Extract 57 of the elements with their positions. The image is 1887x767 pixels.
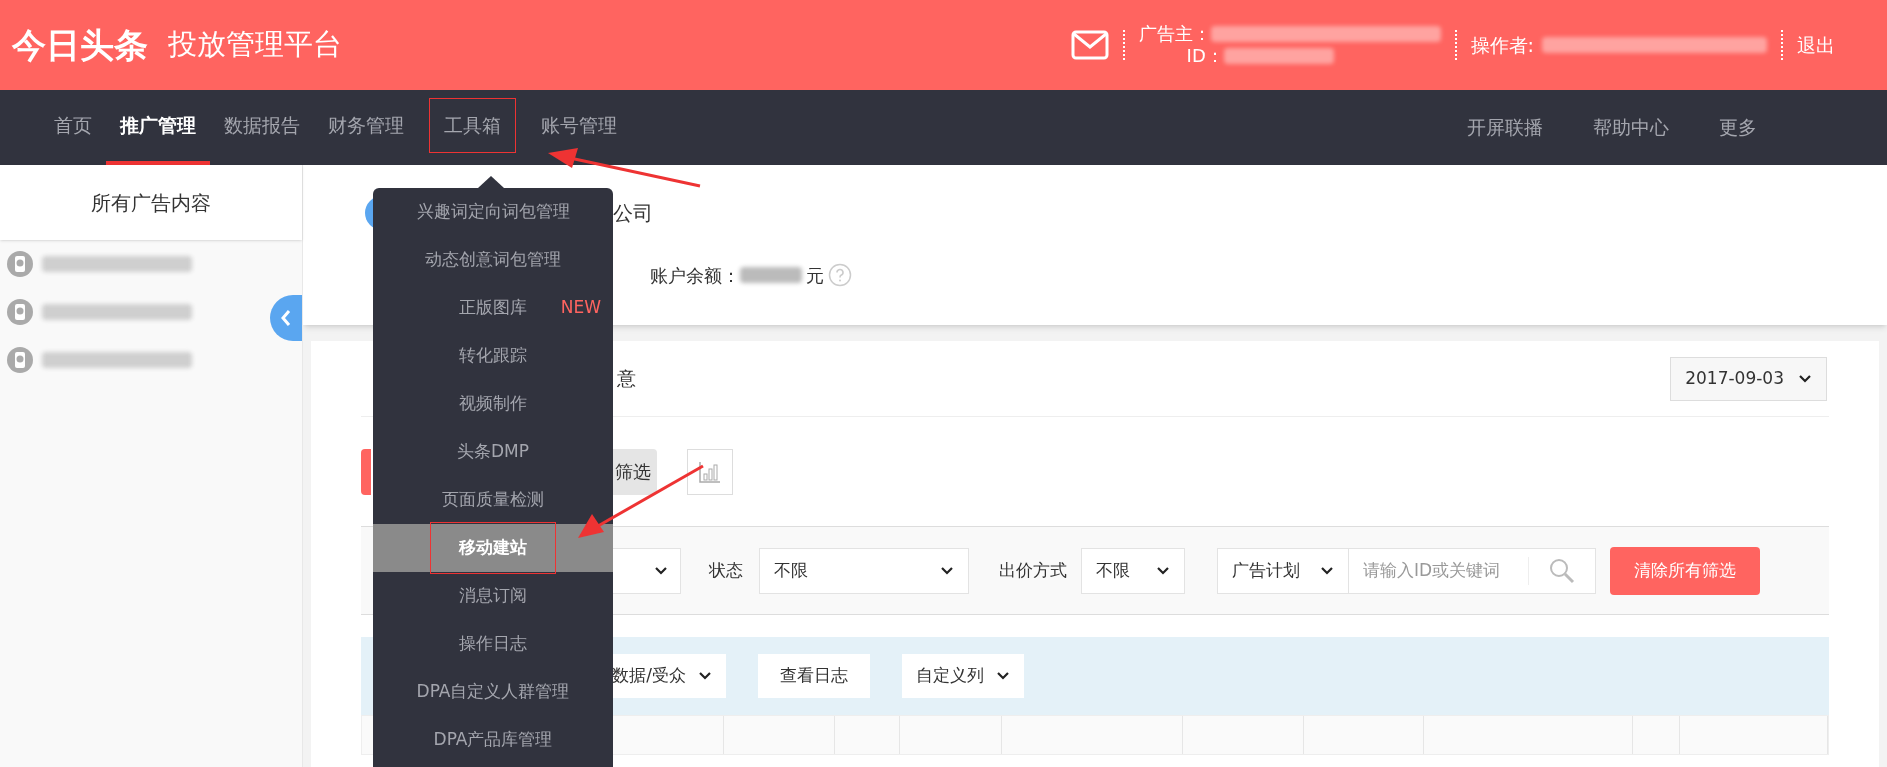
platform-title: 投放管理平台 [168,26,342,64]
clear-filters-button[interactable]: 清除所有筛选 [1610,546,1760,595]
chevron-left-icon [279,309,293,327]
menu-item[interactable]: 兴趣词定向词包管理 [373,188,613,236]
menu-item[interactable]: 动态创意词包管理 [373,236,613,284]
menu-item[interactable]: DPA产品库管理 [373,716,613,764]
nav-link[interactable]: 更多 [1719,113,1757,142]
nav-tab[interactable]: 数据报告 [210,90,314,165]
balance-unit: 元 [806,263,824,288]
help-icon[interactable] [828,263,852,287]
view-log-button[interactable]: 查看日志 [758,654,870,698]
menu-item[interactable]: 视频制作 [373,380,613,428]
nav-tab[interactable]: 财务管理 [314,90,418,165]
bar-chart-icon [698,459,722,484]
search-icon[interactable] [1549,557,1575,584]
bid-label: 出价方式 [999,558,1067,582]
mail-icon[interactable] [1070,30,1109,60]
sidebar-title: 所有广告内容 [91,189,211,217]
collapse-button[interactable] [270,295,302,341]
chevron-down-icon [1156,565,1170,576]
menu-item[interactable]: 消息订阅 [373,572,613,620]
mobile-page-icon [6,346,34,374]
id-label: ID： [1186,45,1224,67]
company-name: 公司 [613,200,653,227]
mobile-page-icon [6,250,34,278]
chevron-down-icon [1320,565,1334,576]
ads-title: 意 [617,366,636,392]
menu-item[interactable]: 转化跟踪 [373,332,613,380]
chart-button[interactable] [687,448,733,495]
chevron-down-icon [1798,373,1812,384]
action-button[interactable] [361,448,371,495]
chevron-down-icon [698,671,712,681]
redacted-text [740,267,802,283]
nav-tab[interactable]: 工具箱 [418,90,527,165]
status-select[interactable]: 不限 [759,547,969,594]
operator-label: 操作者: [1470,32,1534,58]
bid-select[interactable]: 不限 [1081,547,1185,594]
menu-item[interactable]: 移动建站 [373,524,613,572]
logout-link[interactable]: 退出 [1797,30,1835,60]
nav-tab[interactable]: 账号管理 [527,90,631,165]
chevron-down-icon [996,671,1010,681]
nav-link[interactable]: 帮助中心 [1593,113,1669,142]
date-select[interactable]: 2017-09-03 [1670,356,1827,401]
logo: 今日头条 [12,23,148,67]
nav-tab[interactable]: 首页 [40,90,106,165]
new-label: NEW [560,296,601,320]
columns-select[interactable]: 自定义列 [902,654,1024,698]
search-field[interactable]: 请输入ID或关键词 [1349,547,1596,594]
menu-item[interactable]: 正版图库 NEW [373,284,613,332]
chevron-down-icon [940,565,954,576]
status-label: 状态 [709,558,743,582]
scope-select[interactable]: 广告计划 [1217,547,1349,594]
advertiser-label: 广告主： [1138,23,1211,45]
chevron-down-icon [654,565,668,576]
nav-link[interactable]: 开屏联播 [1467,113,1543,142]
balance-label: 账户余额： [650,263,740,288]
mobile-page-icon [6,298,34,326]
